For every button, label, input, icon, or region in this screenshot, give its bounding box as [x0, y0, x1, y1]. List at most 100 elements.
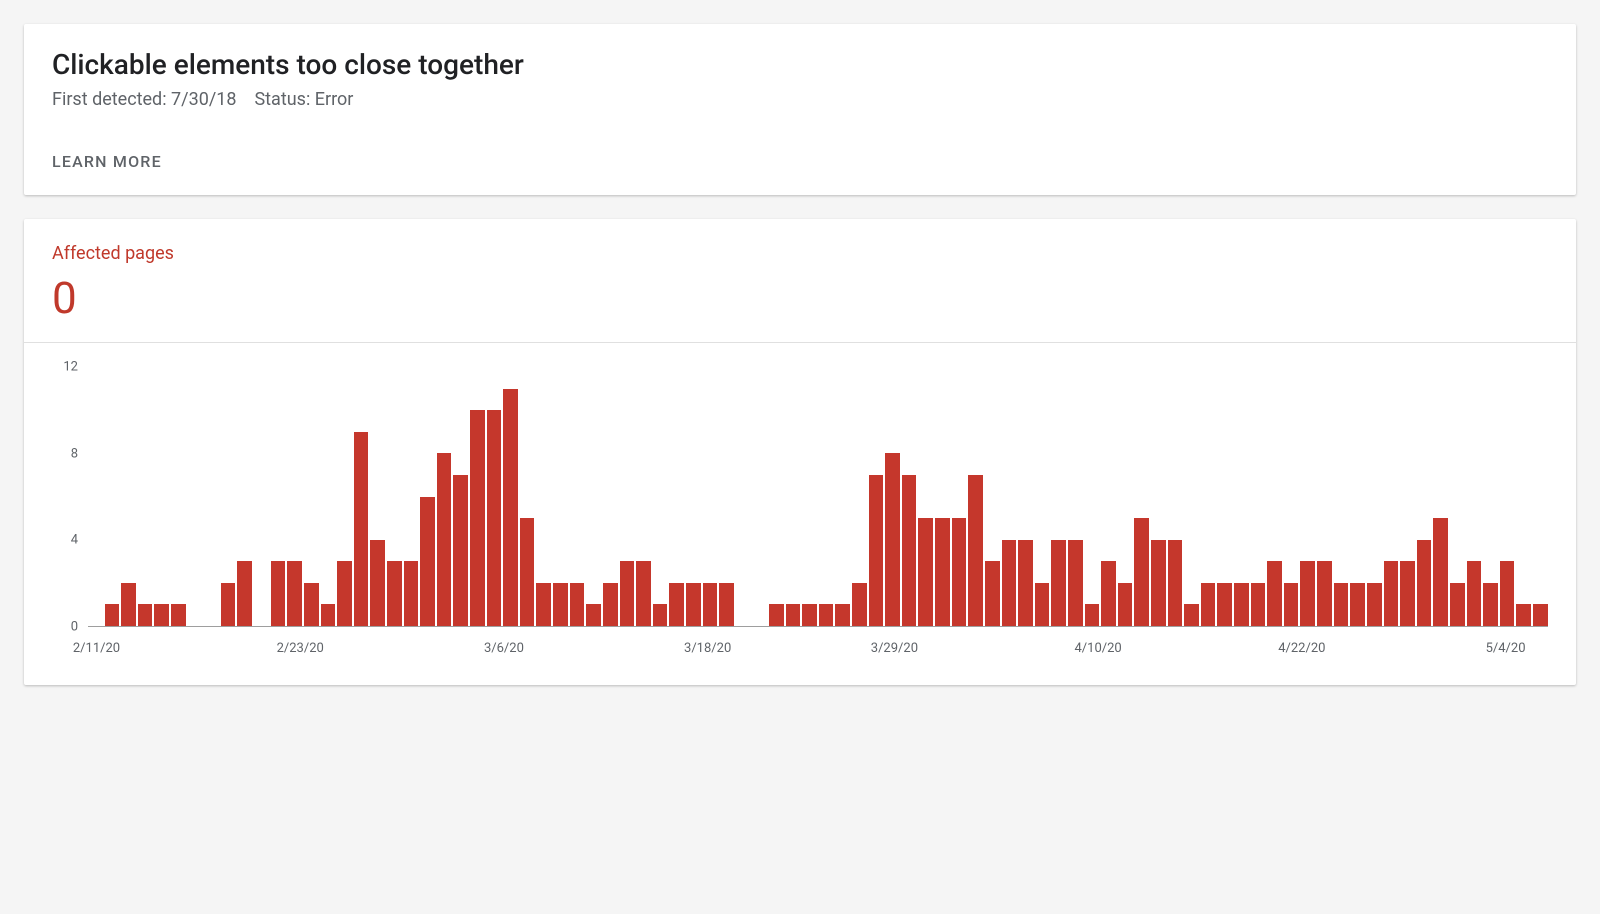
bar[interactable] — [902, 475, 917, 626]
x-tick: 3/29/20 — [871, 641, 918, 656]
bar[interactable] — [404, 561, 419, 626]
bar[interactable] — [354, 432, 369, 626]
bar[interactable] — [653, 604, 668, 626]
bar[interactable] — [819, 604, 834, 626]
metric-label: Affected pages — [52, 243, 1548, 264]
bar[interactable] — [769, 604, 784, 626]
learn-more-link[interactable]: LEARN MORE — [52, 152, 162, 171]
bar[interactable] — [437, 453, 452, 626]
metric-value: 0 — [52, 272, 1548, 324]
bar[interactable] — [669, 583, 684, 626]
bar[interactable] — [1251, 583, 1266, 626]
bar[interactable] — [1367, 583, 1382, 626]
bar[interactable] — [1317, 561, 1332, 626]
bar[interactable] — [138, 604, 153, 626]
x-tick: 2/23/20 — [277, 641, 324, 656]
bar[interactable] — [470, 410, 485, 626]
bar[interactable] — [703, 583, 718, 626]
bar[interactable] — [1068, 540, 1083, 626]
bar[interactable] — [154, 604, 169, 626]
bar[interactable] — [370, 540, 385, 626]
x-axis: 2/11/202/23/203/6/203/18/203/29/204/10/2… — [88, 633, 1548, 667]
bar[interactable] — [1350, 583, 1365, 626]
bar[interactable] — [603, 583, 618, 626]
bar[interactable] — [1134, 518, 1149, 626]
bars-container — [88, 367, 1548, 626]
bar[interactable] — [1168, 540, 1183, 626]
chart-card: Affected pages 0 04812 2/11/202/23/203/6… — [24, 219, 1576, 685]
divider — [24, 342, 1576, 343]
bar[interactable] — [786, 604, 801, 626]
bar[interactable] — [1400, 561, 1415, 626]
bar[interactable] — [1450, 583, 1465, 626]
bar[interactable] — [1101, 561, 1116, 626]
bar[interactable] — [1035, 583, 1050, 626]
bar[interactable] — [586, 604, 601, 626]
bar[interactable] — [802, 604, 817, 626]
bar[interactable] — [835, 604, 850, 626]
bar[interactable] — [304, 583, 319, 626]
bar[interactable] — [1433, 518, 1448, 626]
bar[interactable] — [1467, 561, 1482, 626]
bar[interactable] — [1483, 583, 1498, 626]
bar[interactable] — [553, 583, 568, 626]
bar[interactable] — [1500, 561, 1515, 626]
bar[interactable] — [1201, 583, 1216, 626]
bar[interactable] — [968, 475, 983, 626]
bar[interactable] — [1002, 540, 1017, 626]
bar[interactable] — [1516, 604, 1531, 626]
bar[interactable] — [1085, 604, 1100, 626]
bar[interactable] — [1533, 604, 1548, 626]
bar[interactable] — [1284, 583, 1299, 626]
bar[interactable] — [453, 475, 468, 626]
bar[interactable] — [503, 389, 518, 626]
bar[interactable] — [387, 561, 402, 626]
y-tick: 4 — [52, 533, 78, 548]
bar[interactable] — [620, 561, 635, 626]
bar[interactable] — [636, 561, 651, 626]
bar[interactable] — [985, 561, 1000, 626]
bar[interactable] — [1384, 561, 1399, 626]
bar[interactable] — [1051, 540, 1066, 626]
bar[interactable] — [271, 561, 286, 626]
bar[interactable] — [885, 453, 900, 626]
bar[interactable] — [105, 604, 120, 626]
bar[interactable] — [570, 583, 585, 626]
bar[interactable] — [536, 583, 551, 626]
bar[interactable] — [1217, 583, 1232, 626]
bar[interactable] — [420, 497, 435, 627]
bar[interactable] — [1018, 540, 1033, 626]
bar[interactable] — [171, 604, 186, 626]
x-tick: 3/6/20 — [484, 641, 524, 656]
y-tick: 8 — [52, 446, 78, 461]
bar[interactable] — [686, 583, 701, 626]
bar[interactable] — [1118, 583, 1133, 626]
x-tick: 4/10/20 — [1074, 641, 1121, 656]
bar[interactable] — [1334, 583, 1349, 626]
bar[interactable] — [869, 475, 884, 626]
status-value: Error — [315, 89, 354, 110]
bar[interactable] — [1300, 561, 1315, 626]
status-label: Status: — [254, 89, 310, 110]
bar[interactable] — [487, 410, 502, 626]
bar[interactable] — [852, 583, 867, 626]
bar[interactable] — [221, 583, 236, 626]
bar[interactable] — [1267, 561, 1282, 626]
bar[interactable] — [121, 583, 136, 626]
issue-title: Clickable elements too close together — [52, 48, 1548, 81]
bar[interactable] — [1417, 540, 1432, 626]
bar[interactable] — [520, 518, 535, 626]
y-axis: 04812 — [52, 367, 84, 627]
bar[interactable] — [1234, 583, 1249, 626]
bar[interactable] — [287, 561, 302, 626]
y-tick: 0 — [52, 620, 78, 635]
bar[interactable] — [719, 583, 734, 626]
bar[interactable] — [952, 518, 967, 626]
bar[interactable] — [321, 604, 336, 626]
bar[interactable] — [237, 561, 252, 626]
bar[interactable] — [1184, 604, 1199, 626]
bar[interactable] — [337, 561, 352, 626]
bar[interactable] — [1151, 540, 1166, 626]
bar[interactable] — [935, 518, 950, 626]
bar[interactable] — [918, 518, 933, 626]
